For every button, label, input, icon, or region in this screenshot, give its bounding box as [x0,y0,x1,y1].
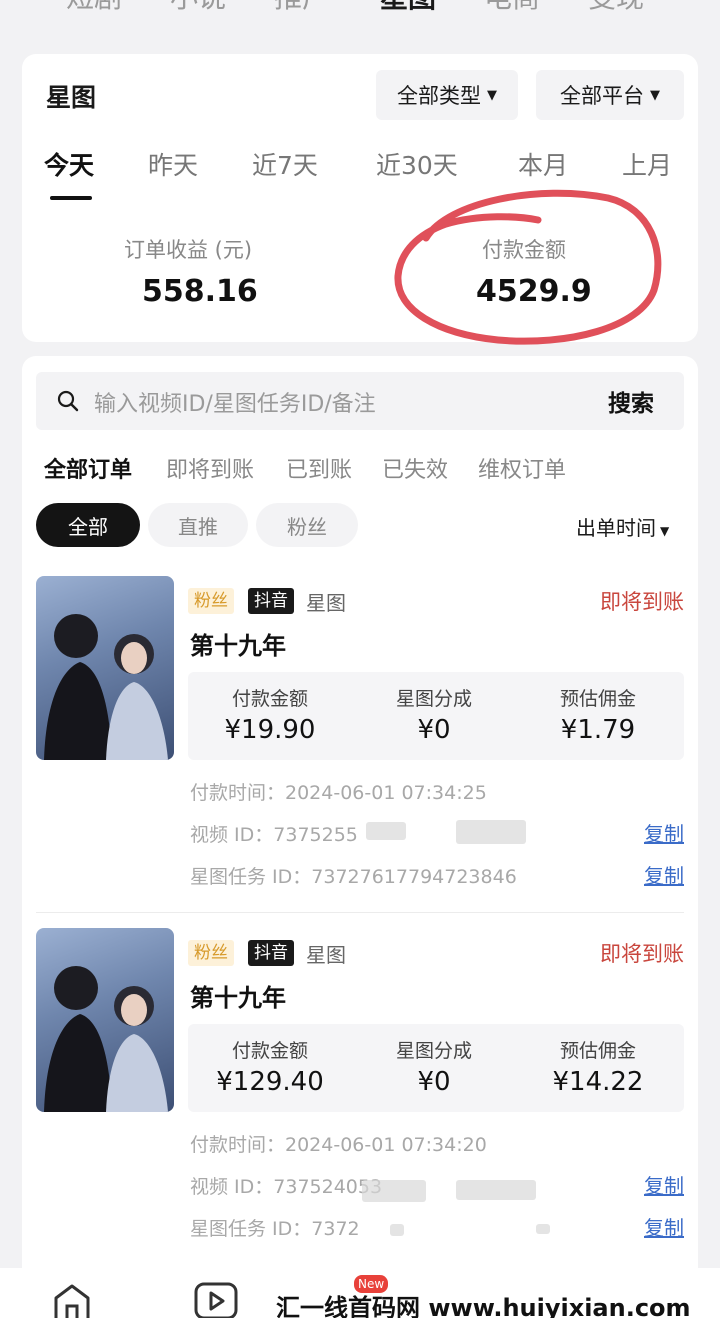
metric-label: 预估佣金 [559,688,636,710]
platform-filter-label: 全部平台 [560,84,644,108]
watermark-text: 汇一线首码网 www.huiyixian.com [276,1294,691,1318]
period-tab-last-month[interactable]: 上月 [622,146,672,182]
order-source: 星图 [306,591,346,615]
metric-value: ¥129.40 [216,1067,324,1097]
metric-commission: 预估佣金 ¥1.79 [518,672,678,745]
tag-fans: 粉丝 [188,940,234,966]
redaction-blur [390,1224,404,1236]
redaction-blur [536,1224,550,1234]
video-id: 视频 ID：7375255 [190,824,358,846]
status-tab-expired[interactable]: 已失效 [382,452,448,484]
metric-value: ¥0 [417,715,451,745]
copy-task-id-link[interactable]: 复制 [644,1212,684,1241]
order-item[interactable]: 粉丝 抖音 星图 即将到账 第十九年 付款金额 ¥129.40 星图分成 ¥0 … [36,928,684,1248]
video-play-icon[interactable] [192,1282,240,1318]
metric-value: ¥14.22 [552,1067,644,1097]
order-income-value: 558.16 [142,274,258,309]
redaction-blur [456,820,526,844]
metric-paid: 付款金额 ¥129.40 [190,1024,350,1097]
metric-xingtu-share: 星图分成 ¥0 [354,1024,514,1097]
summary-title: 星图 [46,83,97,112]
type-filter-dropdown[interactable]: 全部类型 ▼ [376,70,518,120]
active-period-indicator [50,196,92,200]
tag-douyin: 抖音 [248,588,294,614]
status-tab-pending[interactable]: 即将到账 [166,452,254,484]
caret-down-icon: ▼ [487,87,497,103]
metric-xingtu-share: 星图分成 ¥0 [354,672,514,745]
metric-label: 付款金额 [231,688,308,710]
order-status: 即将到账 [600,942,684,966]
order-title: 第十九年 [190,632,286,660]
category-tab-bar: 短剧 小说 推广 星图 电商 变现 [0,0,720,18]
pay-time: 付款时间：2024-06-01 07:34:25 [190,782,487,804]
metric-label: 星图分成 [395,688,472,710]
order-item[interactable]: 粉丝 抖音 星图 即将到账 第十九年 付款金额 ¥19.90 星图分成 ¥0 预… [36,576,684,896]
drama-cover-image [36,576,174,760]
metric-paid: 付款金额 ¥19.90 [190,672,350,745]
metric-label: 星图分成 [395,1040,472,1062]
tab-xingtu[interactable]: 星图 [380,0,436,18]
order-metrics: 付款金额 ¥19.90 星图分成 ¥0 预估佣金 ¥1.79 [188,672,684,760]
order-source: 星图 [306,943,346,967]
period-tab-7days[interactable]: 近7天 [252,146,318,182]
caret-down-icon: ▼ [650,87,660,103]
metric-value: ¥19.90 [224,715,316,745]
search-placeholder: 输入视频ID/星图任务ID/备注 [94,392,376,417]
status-tab-dispute[interactable]: 维权订单 [478,452,566,484]
copy-task-id-link[interactable]: 复制 [644,860,684,889]
metric-value: ¥0 [417,1067,451,1097]
chip-all[interactable]: 全部 [36,503,140,547]
search-button[interactable]: 搜索 [608,384,654,418]
redaction-blur [456,1180,536,1200]
status-tab-all-orders[interactable]: 全部订单 [44,452,132,484]
copy-video-id-link[interactable]: 复制 [644,818,684,847]
period-tab-this-month[interactable]: 本月 [518,146,568,182]
order-title: 第十九年 [190,984,286,1012]
copy-video-id-link[interactable]: 复制 [644,1170,684,1199]
divider [36,912,684,913]
tag-fans: 粉丝 [188,588,234,614]
metric-value: ¥1.79 [560,715,636,745]
platform-filter-dropdown[interactable]: 全部平台 ▼ [536,70,684,120]
video-id: 视频 ID：737524053 [190,1176,383,1198]
drama-cover-image [36,928,174,1112]
type-filter-label: 全部类型 [397,84,481,108]
period-tab-30days[interactable]: 近30天 [376,146,458,182]
metric-label: 付款金额 [231,1040,308,1062]
period-tab-yesterday[interactable]: 昨天 [148,146,198,182]
redaction-blur [366,822,406,840]
order-status: 即将到账 [600,590,684,614]
order-income-label: 订单收益 (元) [124,238,253,262]
chip-fans[interactable]: 粉丝 [256,503,358,547]
red-circle-annotation [394,189,662,345]
sort-dropdown[interactable]: 出单时间 ▼ [576,512,669,541]
caret-down-icon: ▼ [660,524,670,538]
metric-commission: 预估佣金 ¥14.22 [518,1024,678,1097]
tab-novel[interactable]: 小说 [170,0,226,18]
home-icon[interactable] [50,1282,94,1318]
task-id: 星图任务 ID：7372 [190,1218,360,1240]
search-icon [57,390,79,412]
tab-short-drama[interactable]: 短剧 [66,0,122,18]
tab-ecommerce[interactable]: 电商 [484,0,540,18]
pay-time: 付款时间：2024-06-01 07:34:20 [190,1134,487,1156]
sort-label: 出单时间 [576,516,656,540]
chip-direct[interactable]: 直推 [148,503,248,547]
tab-monetize[interactable]: 变现 [588,0,644,18]
order-metrics: 付款金额 ¥129.40 星图分成 ¥0 预估佣金 ¥14.22 [188,1024,684,1112]
period-tab-today[interactable]: 今天 [44,146,94,182]
tag-douyin: 抖音 [248,940,294,966]
redaction-blur [362,1180,426,1202]
tab-promotion[interactable]: 推广 [274,0,330,18]
status-tab-received[interactable]: 已到账 [286,452,352,484]
metric-label: 预估佣金 [559,1040,636,1062]
task-id: 星图任务 ID：73727617794723846 [190,866,517,888]
